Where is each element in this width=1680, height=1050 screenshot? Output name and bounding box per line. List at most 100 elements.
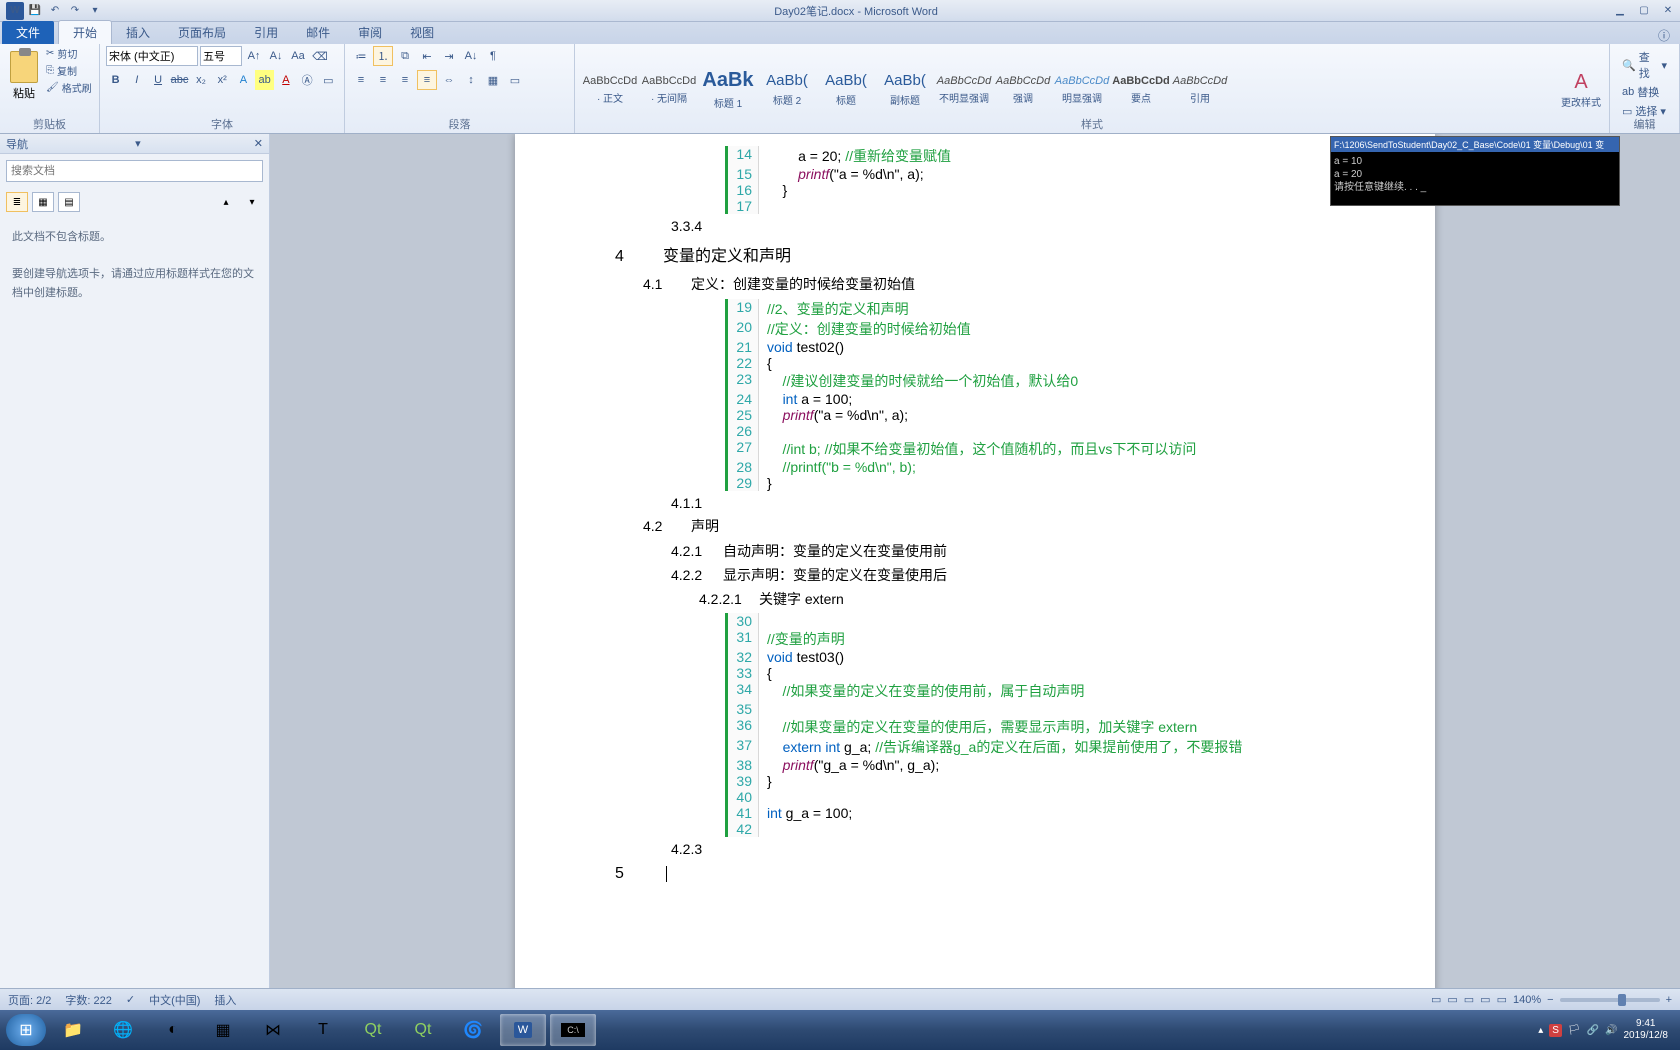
status-language[interactable]: 中文(中国)	[149, 992, 200, 1008]
paste-button[interactable]: 粘贴	[6, 46, 42, 106]
taskbar-chrome[interactable]: 🌐	[100, 1014, 146, 1046]
nav-next-icon[interactable]: ▾	[241, 192, 263, 212]
maximize-button[interactable]: ▢	[1632, 2, 1656, 20]
tab-home[interactable]: 开始	[58, 20, 112, 44]
zoom-level[interactable]: 140%	[1513, 994, 1541, 1006]
tab-references[interactable]: 引用	[240, 21, 292, 44]
style-item[interactable]: AaBb(标题 2	[758, 62, 816, 118]
strike-button[interactable]: abc	[170, 70, 190, 90]
help-icon[interactable]: ⓘ	[1658, 27, 1670, 44]
minimize-button[interactable]: ▁	[1608, 2, 1632, 20]
sort-icon[interactable]: A↓	[461, 46, 481, 66]
bold-button[interactable]: B	[106, 70, 125, 90]
style-item[interactable]: AaBbCcDd· 正文	[581, 62, 639, 118]
view-read-icon[interactable]: ▭	[1447, 993, 1457, 1006]
tab-view[interactable]: 视图	[396, 21, 448, 44]
style-item[interactable]: AaBb(副标题	[876, 62, 934, 118]
taskbar-qt1[interactable]: Qt	[350, 1014, 396, 1046]
taskbar-sublime[interactable]: ▦	[200, 1014, 246, 1046]
view-outline-icon[interactable]: ▭	[1480, 993, 1490, 1006]
align-left-icon[interactable]: ≡	[351, 70, 371, 90]
distribute-icon[interactable]: ⇔	[439, 70, 459, 90]
tray-up-icon[interactable]: ▴	[1538, 1025, 1543, 1036]
indent-dec-icon[interactable]: ⇤	[417, 46, 437, 66]
taskbar-word[interactable]: W	[500, 1014, 546, 1046]
change-styles-button[interactable]: A 更改样式	[1559, 71, 1603, 109]
replace-button[interactable]: ab 替换	[1622, 84, 1667, 100]
tray-ime-icon[interactable]: S	[1549, 1024, 1562, 1037]
grow-font-icon[interactable]: A↑	[244, 46, 264, 66]
bullets-icon[interactable]: ≔	[351, 46, 371, 66]
border-char-icon[interactable]: ▭	[319, 70, 338, 90]
multilevel-icon[interactable]: ⧉	[395, 46, 415, 66]
taskbar-app1[interactable]: ◐	[150, 1014, 196, 1046]
style-item[interactable]: AaBk标题 1	[699, 62, 757, 118]
nav-prev-icon[interactable]: ▴	[215, 192, 237, 212]
status-words[interactable]: 字数: 222	[65, 992, 111, 1008]
style-item[interactable]: AaBbCcDd引用	[1171, 62, 1229, 118]
font-color-icon[interactable]: A	[276, 70, 295, 90]
taskbar-cmd[interactable]: C:\	[550, 1014, 596, 1046]
style-item[interactable]: AaBbCcDd要点	[1112, 62, 1170, 118]
qat-redo-icon[interactable]: ↷	[66, 2, 84, 20]
subscript-button[interactable]: x₂	[191, 70, 210, 90]
qat-save-icon[interactable]: 💾	[26, 2, 44, 20]
copy-button[interactable]: ⎘ 复制	[46, 63, 92, 78]
clear-format-icon[interactable]: ⌫	[310, 46, 330, 66]
nav-tab-headings[interactable]: ≣	[6, 192, 28, 212]
line-spacing-icon[interactable]: ↕	[461, 70, 481, 90]
indent-inc-icon[interactable]: ⇥	[439, 46, 459, 66]
style-item[interactable]: AaBbCcDd明显强调	[1053, 62, 1111, 118]
document-area[interactable]: F:\1206\SendToStudent\Day02_C_Base\Code\…	[270, 134, 1680, 988]
zoom-out-icon[interactable]: −	[1547, 994, 1553, 1006]
styles-gallery[interactable]: AaBbCcDd· 正文AaBbCcDd· 无间隔AaBk标题 1AaBb(标题…	[581, 62, 1555, 118]
italic-button[interactable]: I	[127, 70, 146, 90]
numbering-icon[interactable]: ⒈	[373, 46, 393, 66]
style-item[interactable]: AaBbCcDd不明显强调	[935, 62, 993, 118]
borders-icon[interactable]: ▭	[505, 70, 525, 90]
status-page[interactable]: 页面: 2/2	[8, 992, 51, 1008]
status-mode[interactable]: 插入	[214, 992, 236, 1008]
taskbar-app2[interactable]: 🌀	[450, 1014, 496, 1046]
align-right-icon[interactable]: ≡	[395, 70, 415, 90]
tab-mailings[interactable]: 邮件	[292, 21, 344, 44]
align-justify-icon[interactable]: ≡	[417, 70, 437, 90]
change-case-icon[interactable]: Aa	[288, 46, 308, 66]
taskbar-clock[interactable]: 9:41 2019/12/8	[1624, 1018, 1675, 1042]
highlight-icon[interactable]: ab	[255, 70, 274, 90]
phonetic-icon[interactable]: Ⓐ	[298, 70, 317, 90]
nav-tab-pages[interactable]: ▦	[32, 192, 54, 212]
font-name-select[interactable]	[106, 46, 198, 66]
file-tab[interactable]: 文件	[2, 21, 54, 44]
style-item[interactable]: AaBbCcDd强调	[994, 62, 1052, 118]
taskbar-notepad[interactable]: T	[300, 1014, 346, 1046]
tab-insert[interactable]: 插入	[112, 21, 164, 44]
nav-tab-results[interactable]: ▤	[58, 192, 80, 212]
style-item[interactable]: AaBbCcDd· 无间隔	[640, 62, 698, 118]
text-effects-icon[interactable]: A	[234, 70, 253, 90]
taskbar-explorer[interactable]: 📁	[50, 1014, 96, 1046]
shading-icon[interactable]: ▦	[483, 70, 503, 90]
underline-button[interactable]: U	[148, 70, 167, 90]
format-painter-button[interactable]: 🖌 格式刷	[46, 80, 92, 95]
zoom-in-icon[interactable]: +	[1666, 994, 1672, 1006]
nav-close-icon[interactable]: ✕	[254, 137, 263, 150]
tab-review[interactable]: 审阅	[344, 21, 396, 44]
tab-layout[interactable]: 页面布局	[164, 21, 240, 44]
cut-button[interactable]: ✂ 剪切	[46, 46, 92, 61]
tray-network-icon[interactable]: 🔗	[1587, 1025, 1599, 1036]
style-item[interactable]: AaBb(标题	[817, 62, 875, 118]
taskbar-qt2[interactable]: Qt	[400, 1014, 446, 1046]
align-center-icon[interactable]: ≡	[373, 70, 393, 90]
show-marks-icon[interactable]: ¶	[483, 46, 503, 66]
shrink-font-icon[interactable]: A↓	[266, 46, 286, 66]
tray-volume-icon[interactable]: 🔊	[1605, 1025, 1617, 1036]
superscript-button[interactable]: x²	[213, 70, 232, 90]
font-size-select[interactable]	[200, 46, 242, 66]
tray-flag-icon[interactable]: 🏳	[1568, 1025, 1581, 1036]
view-draft-icon[interactable]: ▭	[1497, 993, 1507, 1006]
zoom-slider[interactable]	[1560, 998, 1660, 1002]
nav-dropdown-icon[interactable]: ▾	[135, 137, 141, 150]
qat-undo-icon[interactable]: ↶	[46, 2, 64, 20]
status-proof-icon[interactable]: ✓	[126, 993, 135, 1006]
